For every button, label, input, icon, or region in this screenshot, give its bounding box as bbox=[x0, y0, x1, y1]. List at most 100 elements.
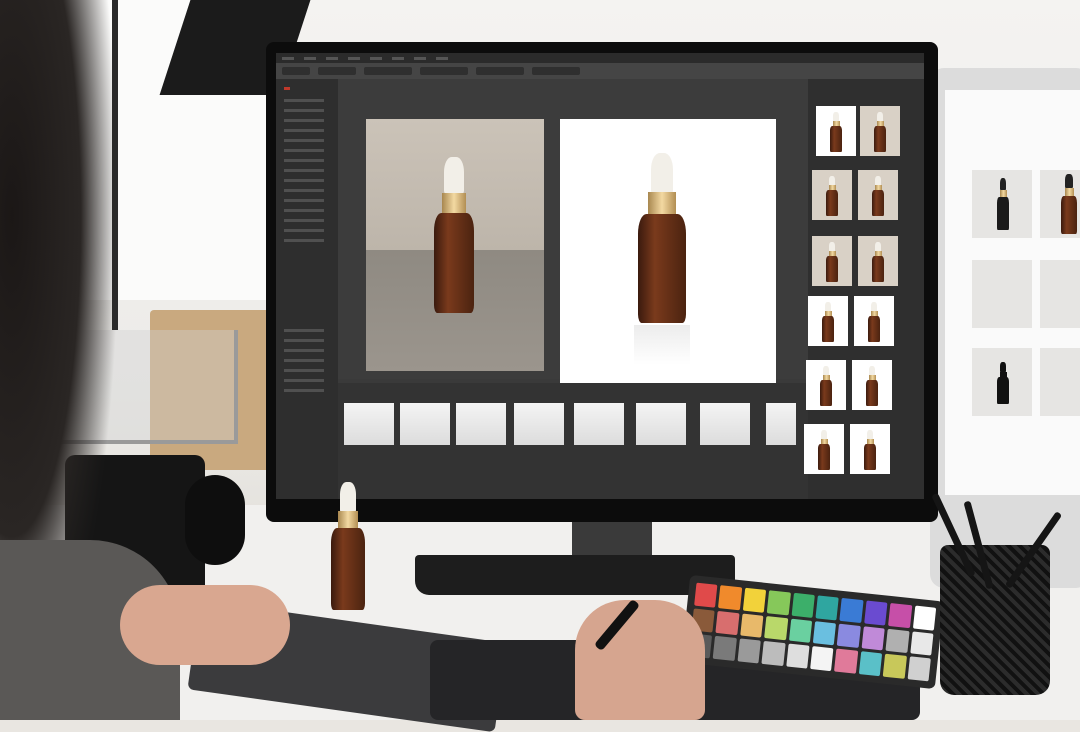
color-swatch bbox=[718, 585, 743, 610]
color-swatch bbox=[742, 587, 767, 613]
filmstrip-thumbnail[interactable] bbox=[456, 403, 506, 445]
menu-item[interactable] bbox=[436, 56, 448, 60]
color-swatch bbox=[810, 646, 834, 672]
panel-row[interactable] bbox=[284, 179, 324, 182]
panel-row[interactable] bbox=[284, 159, 324, 162]
option-field[interactable] bbox=[282, 67, 310, 75]
thumbnail[interactable] bbox=[804, 424, 844, 474]
option-field[interactable] bbox=[532, 67, 580, 75]
product-photo-tile bbox=[1040, 170, 1080, 238]
color-swatch bbox=[864, 600, 888, 626]
product-photo-tile bbox=[972, 260, 1032, 328]
option-field[interactable] bbox=[476, 67, 524, 75]
thumbnail[interactable] bbox=[812, 236, 852, 286]
panel-row[interactable] bbox=[284, 329, 324, 332]
panel-row[interactable] bbox=[284, 169, 324, 172]
secondary-monitor-screen bbox=[945, 90, 1080, 495]
thumbnail-grid[interactable] bbox=[804, 100, 924, 490]
panel-row[interactable] bbox=[284, 99, 324, 102]
color-swatch bbox=[715, 610, 740, 636]
panel-row[interactable] bbox=[284, 359, 324, 362]
color-swatch bbox=[839, 597, 864, 623]
color-swatch bbox=[861, 625, 885, 651]
thumbnail[interactable] bbox=[812, 170, 852, 220]
color-swatch bbox=[694, 582, 718, 608]
right-hand bbox=[575, 600, 705, 720]
original-product-photo[interactable] bbox=[366, 119, 544, 371]
bottle-reflection bbox=[634, 325, 690, 365]
menu-item[interactable] bbox=[392, 56, 404, 60]
monitor-stand-base bbox=[415, 555, 735, 595]
color-swatch bbox=[791, 592, 815, 618]
mesh-pen-holder bbox=[940, 545, 1050, 695]
panel-row[interactable] bbox=[284, 339, 324, 342]
panel-row[interactable] bbox=[284, 389, 324, 392]
thumbnail[interactable] bbox=[858, 170, 898, 220]
editor-options-bar[interactable] bbox=[276, 63, 924, 79]
filmstrip-thumbnail[interactable] bbox=[574, 403, 624, 445]
color-swatch bbox=[761, 641, 786, 667]
physical-dropper-bottle bbox=[328, 482, 368, 610]
filmstrip-panel[interactable] bbox=[338, 383, 808, 499]
thumbnail[interactable] bbox=[850, 424, 890, 474]
panel-row[interactable] bbox=[284, 369, 324, 372]
color-swatch bbox=[885, 628, 910, 654]
menu-item[interactable] bbox=[304, 56, 316, 60]
panel-row[interactable] bbox=[284, 349, 324, 352]
thumbnail[interactable] bbox=[816, 106, 856, 156]
amber-dropper-bottle bbox=[430, 157, 478, 313]
amber-dropper-bottle bbox=[634, 153, 690, 323]
panel-row[interactable] bbox=[284, 109, 324, 112]
left-hand bbox=[120, 585, 290, 665]
retouched-product-photo[interactable] bbox=[560, 119, 776, 385]
panel-row[interactable] bbox=[284, 209, 324, 212]
panel-row[interactable] bbox=[284, 239, 324, 242]
menu-item[interactable] bbox=[370, 56, 382, 60]
editor-menu-bar[interactable] bbox=[276, 53, 924, 63]
color-swatch bbox=[858, 651, 883, 677]
panel-row[interactable] bbox=[284, 229, 324, 232]
panel-row[interactable] bbox=[284, 219, 324, 222]
color-swatch bbox=[766, 590, 791, 616]
color-swatch bbox=[882, 654, 907, 679]
filmstrip-thumbnail[interactable] bbox=[700, 403, 750, 445]
editor-left-panel[interactable] bbox=[276, 79, 338, 499]
thumbnail[interactable] bbox=[808, 296, 848, 346]
menu-item[interactable] bbox=[326, 56, 338, 60]
filmstrip-thumbnail[interactable] bbox=[636, 403, 686, 445]
product-photo-tile bbox=[972, 348, 1032, 416]
color-swatch bbox=[785, 643, 810, 669]
filmstrip-thumbnail[interactable] bbox=[344, 403, 394, 445]
panel-row[interactable] bbox=[284, 119, 324, 122]
filmstrip-thumbnail[interactable] bbox=[766, 403, 796, 445]
panel-row[interactable] bbox=[284, 149, 324, 152]
menu-item[interactable] bbox=[348, 56, 360, 60]
panel-row[interactable] bbox=[284, 129, 324, 132]
menu-item[interactable] bbox=[414, 56, 426, 60]
thumbnail[interactable] bbox=[852, 360, 892, 410]
color-swatch bbox=[740, 613, 764, 639]
filmstrip-thumbnail[interactable] bbox=[514, 403, 564, 445]
color-swatch bbox=[837, 623, 861, 649]
option-field[interactable] bbox=[318, 67, 356, 75]
thumbnail[interactable] bbox=[860, 106, 900, 156]
color-swatch bbox=[815, 595, 840, 621]
color-swatch bbox=[788, 618, 813, 644]
thumbnail[interactable] bbox=[806, 360, 846, 410]
menu-item[interactable] bbox=[282, 56, 294, 60]
tool-icon[interactable] bbox=[284, 87, 290, 90]
filmstrip-thumbnail[interactable] bbox=[400, 403, 450, 445]
option-field[interactable] bbox=[420, 67, 468, 75]
panel-row[interactable] bbox=[284, 189, 324, 192]
color-swatch bbox=[737, 638, 761, 664]
thumbnail[interactable] bbox=[858, 236, 898, 286]
option-field[interactable] bbox=[364, 67, 412, 75]
panel-row[interactable] bbox=[284, 199, 324, 202]
color-swatch bbox=[764, 615, 788, 641]
camera-lens bbox=[185, 475, 245, 565]
color-swatch bbox=[907, 656, 931, 682]
panel-row[interactable] bbox=[284, 379, 324, 382]
color-swatch bbox=[812, 620, 837, 646]
thumbnail[interactable] bbox=[854, 296, 894, 346]
panel-row[interactable] bbox=[284, 139, 324, 142]
